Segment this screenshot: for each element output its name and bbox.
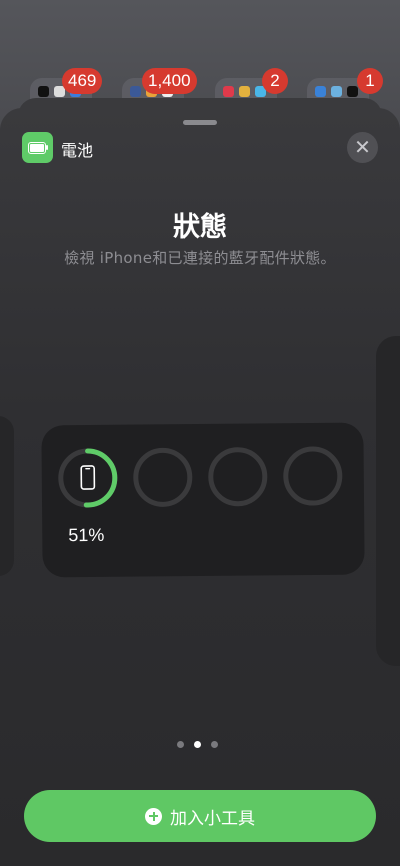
previous-widget-preview[interactable] bbox=[0, 416, 14, 576]
page-dot[interactable] bbox=[177, 741, 184, 748]
app-mini-icon bbox=[331, 86, 342, 97]
add-widget-label: 加入小工具 bbox=[170, 808, 255, 829]
app-mini-icon bbox=[38, 86, 49, 97]
app-mini-icon bbox=[347, 86, 358, 97]
app-name: 電池 bbox=[61, 141, 94, 160]
app-mini-icon bbox=[239, 86, 250, 97]
app-mini-icon bbox=[223, 86, 234, 97]
next-widget-preview[interactable] bbox=[376, 336, 400, 666]
iphone-battery-ring bbox=[58, 448, 118, 508]
battery-percentage: 51% bbox=[68, 524, 105, 546]
empty-device-ring bbox=[208, 447, 268, 507]
page-indicator[interactable] bbox=[177, 741, 218, 748]
iphone-icon bbox=[80, 465, 96, 490]
app-mini-icon bbox=[315, 86, 326, 97]
page-dot-active[interactable] bbox=[194, 741, 201, 748]
app-mini-icon bbox=[130, 86, 141, 97]
add-widget-button[interactable]: 加入小工具 bbox=[24, 790, 376, 842]
empty-device-ring bbox=[283, 446, 343, 506]
sheet-grabber[interactable] bbox=[183, 120, 217, 125]
widget-description: 檢視 iPhone和已連接的藍牙配件狀態。 bbox=[64, 249, 336, 267]
widget-title: 狀態 bbox=[173, 212, 227, 243]
battery-icon-nub bbox=[46, 145, 48, 150]
battery-icon bbox=[28, 142, 46, 154]
battery-app-icon bbox=[22, 132, 53, 163]
close-button[interactable]: ✕ bbox=[347, 132, 378, 163]
notification-badge: 469 bbox=[62, 68, 103, 94]
plus-circle-icon bbox=[145, 807, 162, 825]
notification-badge: 1 bbox=[357, 68, 383, 94]
notification-badge: 1,400 bbox=[142, 68, 197, 94]
notification-badge: 2 bbox=[262, 68, 288, 94]
empty-device-ring bbox=[133, 447, 193, 507]
page-dot[interactable] bbox=[211, 741, 218, 748]
battery-widget-preview[interactable]: 51% bbox=[41, 422, 365, 578]
widget-gallery-sheet: 電池 ✕ 狀態 檢視 iPhone和已連接的藍牙配件狀態。 51% 加入小工具 bbox=[0, 108, 400, 866]
